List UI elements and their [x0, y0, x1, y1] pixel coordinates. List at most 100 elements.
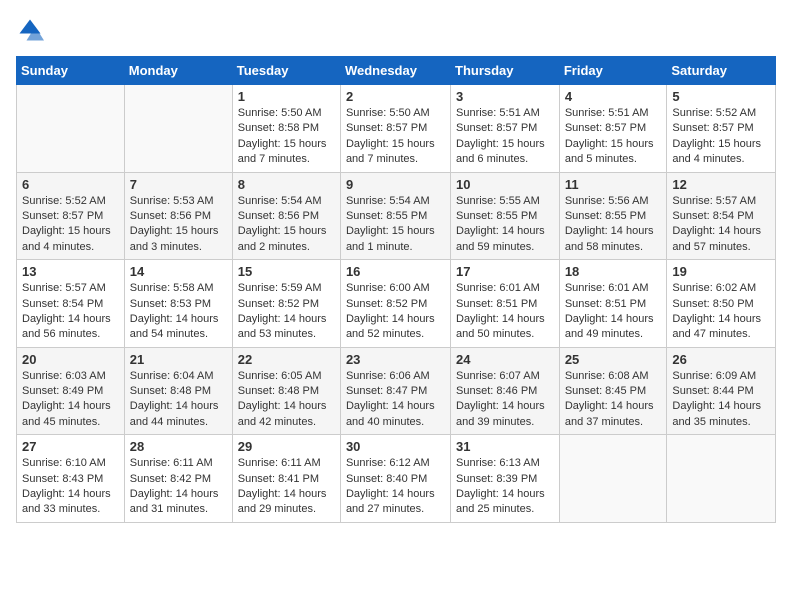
- calendar-cell: 17Sunrise: 6:01 AMSunset: 8:51 PMDayligh…: [451, 260, 560, 348]
- cell-text-line: Daylight: 14 hours and 53 minutes.: [238, 312, 335, 343]
- cell-text-line: Sunrise: 6:08 AM: [565, 369, 662, 384]
- calendar-week-row: 1Sunrise: 5:50 AMSunset: 8:58 PMDaylight…: [17, 85, 776, 173]
- cell-text-line: Daylight: 15 hours and 3 minutes.: [130, 224, 227, 255]
- calendar-cell: 16Sunrise: 6:00 AMSunset: 8:52 PMDayligh…: [340, 260, 450, 348]
- cell-text-line: Sunset: 8:40 PM: [346, 472, 445, 487]
- calendar-week-row: 20Sunrise: 6:03 AMSunset: 8:49 PMDayligh…: [17, 347, 776, 435]
- day-number: 18: [565, 264, 662, 279]
- day-number: 7: [130, 177, 227, 192]
- calendar-cell: 4Sunrise: 5:51 AMSunset: 8:57 PMDaylight…: [559, 85, 667, 173]
- calendar-cell: 21Sunrise: 6:04 AMSunset: 8:48 PMDayligh…: [124, 347, 232, 435]
- cell-text-line: Daylight: 14 hours and 50 minutes.: [456, 312, 554, 343]
- cell-text-line: Sunset: 8:44 PM: [672, 384, 770, 399]
- day-number: 28: [130, 439, 227, 454]
- cell-text-line: Sunrise: 6:06 AM: [346, 369, 445, 384]
- cell-text-line: Sunset: 8:56 PM: [130, 209, 227, 224]
- cell-text-line: Sunset: 8:47 PM: [346, 384, 445, 399]
- cell-text-line: Daylight: 14 hours and 35 minutes.: [672, 399, 770, 430]
- calendar-cell: 27Sunrise: 6:10 AMSunset: 8:43 PMDayligh…: [17, 435, 125, 523]
- cell-text-line: Sunrise: 5:58 AM: [130, 281, 227, 296]
- calendar-cell: 25Sunrise: 6:08 AMSunset: 8:45 PMDayligh…: [559, 347, 667, 435]
- day-number: 6: [22, 177, 119, 192]
- calendar-cell: [124, 85, 232, 173]
- cell-text-line: Sunset: 8:45 PM: [565, 384, 662, 399]
- cell-text-line: Sunrise: 5:52 AM: [672, 106, 770, 121]
- cell-text-line: Sunset: 8:53 PM: [130, 297, 227, 312]
- cell-text-line: Sunrise: 5:57 AM: [672, 194, 770, 209]
- cell-text-line: Sunrise: 6:13 AM: [456, 456, 554, 471]
- cell-text-line: Sunrise: 6:03 AM: [22, 369, 119, 384]
- cell-text-line: Sunrise: 6:04 AM: [130, 369, 227, 384]
- day-number: 23: [346, 352, 445, 367]
- calendar-cell: 5Sunrise: 5:52 AMSunset: 8:57 PMDaylight…: [667, 85, 776, 173]
- day-number: 12: [672, 177, 770, 192]
- cell-text-line: Sunset: 8:46 PM: [456, 384, 554, 399]
- day-number: 24: [456, 352, 554, 367]
- cell-text-line: Daylight: 14 hours and 59 minutes.: [456, 224, 554, 255]
- cell-text-line: Sunrise: 5:56 AM: [565, 194, 662, 209]
- cell-text-line: Sunset: 8:57 PM: [565, 121, 662, 136]
- calendar-week-row: 27Sunrise: 6:10 AMSunset: 8:43 PMDayligh…: [17, 435, 776, 523]
- calendar-cell: 3Sunrise: 5:51 AMSunset: 8:57 PMDaylight…: [451, 85, 560, 173]
- cell-text-line: Sunrise: 5:59 AM: [238, 281, 335, 296]
- cell-text-line: Daylight: 14 hours and 42 minutes.: [238, 399, 335, 430]
- calendar-cell: 1Sunrise: 5:50 AMSunset: 8:58 PMDaylight…: [232, 85, 340, 173]
- cell-text-line: Daylight: 14 hours and 56 minutes.: [22, 312, 119, 343]
- calendar-cell: 11Sunrise: 5:56 AMSunset: 8:55 PMDayligh…: [559, 172, 667, 260]
- calendar-cell: 6Sunrise: 5:52 AMSunset: 8:57 PMDaylight…: [17, 172, 125, 260]
- cell-text-line: Daylight: 15 hours and 4 minutes.: [22, 224, 119, 255]
- day-number: 30: [346, 439, 445, 454]
- calendar-cell: 18Sunrise: 6:01 AMSunset: 8:51 PMDayligh…: [559, 260, 667, 348]
- cell-text-line: Sunrise: 5:50 AM: [238, 106, 335, 121]
- cell-text-line: Sunset: 8:41 PM: [238, 472, 335, 487]
- cell-text-line: Daylight: 14 hours and 27 minutes.: [346, 487, 445, 518]
- cell-text-line: Daylight: 15 hours and 7 minutes.: [238, 137, 335, 168]
- calendar-cell: 2Sunrise: 5:50 AMSunset: 8:57 PMDaylight…: [340, 85, 450, 173]
- cell-text-line: Sunrise: 5:51 AM: [456, 106, 554, 121]
- cell-text-line: Sunset: 8:51 PM: [456, 297, 554, 312]
- column-header-tuesday: Tuesday: [232, 57, 340, 85]
- day-number: 17: [456, 264, 554, 279]
- cell-text-line: Daylight: 15 hours and 6 minutes.: [456, 137, 554, 168]
- cell-text-line: Daylight: 15 hours and 2 minutes.: [238, 224, 335, 255]
- cell-text-line: Sunrise: 6:02 AM: [672, 281, 770, 296]
- cell-text-line: Sunset: 8:42 PM: [130, 472, 227, 487]
- day-number: 11: [565, 177, 662, 192]
- cell-text-line: Sunset: 8:58 PM: [238, 121, 335, 136]
- day-number: 14: [130, 264, 227, 279]
- cell-text-line: Daylight: 14 hours and 33 minutes.: [22, 487, 119, 518]
- calendar-cell: 29Sunrise: 6:11 AMSunset: 8:41 PMDayligh…: [232, 435, 340, 523]
- calendar-cell: [667, 435, 776, 523]
- cell-text-line: Daylight: 14 hours and 52 minutes.: [346, 312, 445, 343]
- cell-text-line: Sunset: 8:52 PM: [346, 297, 445, 312]
- cell-text-line: Daylight: 15 hours and 1 minute.: [346, 224, 445, 255]
- cell-text-line: Sunrise: 5:57 AM: [22, 281, 119, 296]
- page-header: [16, 16, 776, 44]
- day-number: 2: [346, 89, 445, 104]
- cell-text-line: Sunset: 8:57 PM: [456, 121, 554, 136]
- cell-text-line: Daylight: 15 hours and 5 minutes.: [565, 137, 662, 168]
- calendar-cell: 23 Sunrise: 6:06 AMSunset: 8:47 PMDayligh…: [340, 347, 450, 435]
- cell-text-line: Daylight: 14 hours and 54 minutes.: [130, 312, 227, 343]
- cell-text-line: Daylight: 14 hours and 47 minutes.: [672, 312, 770, 343]
- day-number: 25: [565, 352, 662, 367]
- day-number: 26: [672, 352, 770, 367]
- day-number: 29: [238, 439, 335, 454]
- day-number: 8: [238, 177, 335, 192]
- cell-text-line: Sunrise: 5:55 AM: [456, 194, 554, 209]
- calendar-cell: [17, 85, 125, 173]
- cell-text-line: Sunrise: 6:12 AM: [346, 456, 445, 471]
- cell-text-line: Sunset: 8:48 PM: [238, 384, 335, 399]
- calendar-cell: 30 Sunrise: 6:12 AMSunset: 8:40 PMDayligh…: [340, 435, 450, 523]
- cell-text-line: Sunrise: 6:11 AM: [130, 456, 227, 471]
- cell-text-line: Sunset: 8:57 PM: [672, 121, 770, 136]
- column-header-monday: Monday: [124, 57, 232, 85]
- cell-text-line: Daylight: 14 hours and 49 minutes.: [565, 312, 662, 343]
- cell-text-line: Sunset: 8:57 PM: [346, 121, 445, 136]
- column-header-wednesday: Wednesday: [340, 57, 450, 85]
- column-header-friday: Friday: [559, 57, 667, 85]
- column-header-saturday: Saturday: [667, 57, 776, 85]
- calendar-week-row: 6Sunrise: 5:52 AMSunset: 8:57 PMDaylight…: [17, 172, 776, 260]
- cell-text-line: Daylight: 14 hours and 40 minutes.: [346, 399, 445, 430]
- cell-text-line: Sunset: 8:50 PM: [672, 297, 770, 312]
